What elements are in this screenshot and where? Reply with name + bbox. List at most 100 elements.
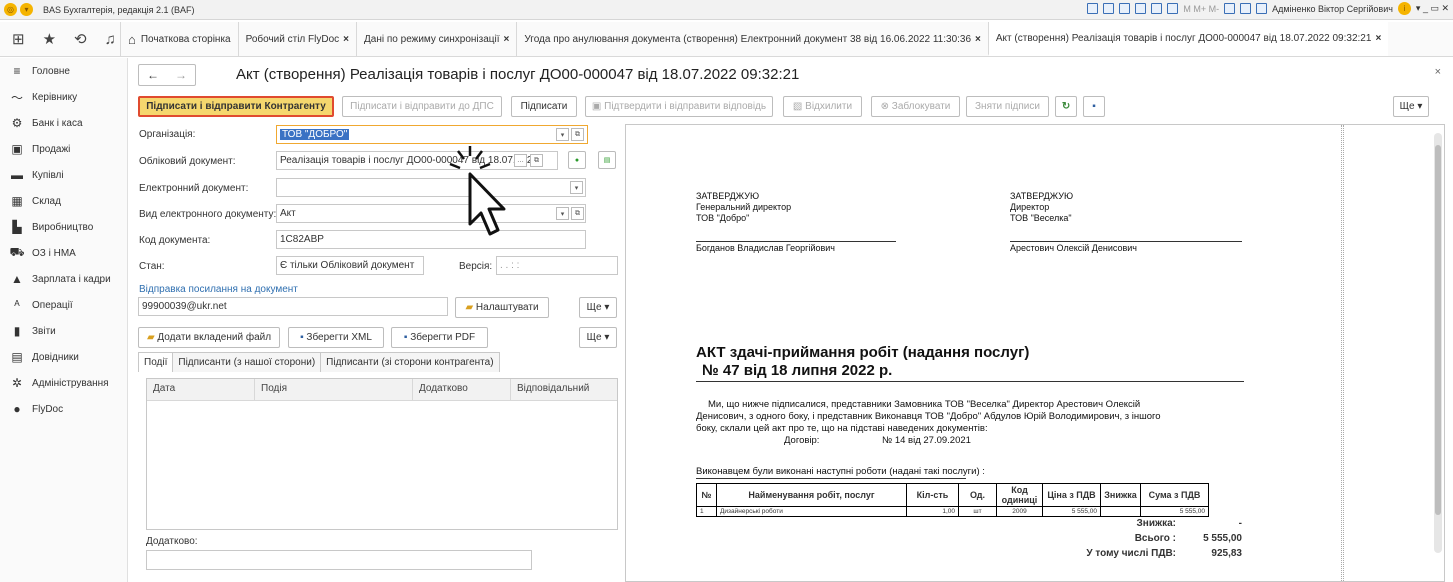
history-nav[interactable]: ← → <box>138 64 196 86</box>
app-title: BAS Бухгалтерія, редакція 2.1 (BAF) <box>43 4 195 15</box>
close-icon[interactable]: × <box>1435 66 1441 78</box>
window-icon[interactable] <box>1240 3 1252 14</box>
sidebar-item[interactable]: ▤ Довідники <box>0 344 127 370</box>
block-button[interactable]: ⊗ Заблокувати <box>871 96 960 117</box>
save-pdf-button[interactable]: ▪ Зберегти PDF <box>391 327 488 348</box>
events-table[interactable]: Дата Подія Додатково Відповідальний <box>146 378 618 530</box>
open-icon[interactable]: ⧉ <box>530 154 543 167</box>
vat-label: У тому числі ПДВ: <box>1086 548 1176 559</box>
preview-icon[interactable] <box>1119 3 1131 14</box>
sidebar-item[interactable]: ▦ Склад <box>0 188 127 214</box>
dropdown-icon[interactable]: ▾ <box>556 128 569 141</box>
confirm-reply-button[interactable]: ▣ Підтвердити і відправити відповідь <box>585 96 773 117</box>
column-extra[interactable]: Додатково <box>413 379 511 400</box>
subtab-counterparty-signers[interactable]: Підписанти (зі сторони контрагента) <box>320 352 500 372</box>
back-arrow-icon[interactable]: ← <box>147 68 159 82</box>
sidebar-item[interactable]: 〜 Керівнику <box>0 84 127 110</box>
memory-buttons[interactable]: M M+ M- <box>1183 4 1219 14</box>
favorites-icon[interactable]: ★ <box>43 30 56 48</box>
col-sum: Сума з ПДВ <box>1140 483 1209 507</box>
tab-label: Дані по режиму синхронізації <box>364 33 500 45</box>
window-controls[interactable]: ▾ _ ▭ ✕ <box>1416 3 1449 14</box>
sidebar-item-label: Зарплата і кадри <box>32 273 111 285</box>
functions-icon[interactable] <box>1256 3 1268 14</box>
document-preview[interactable]: ЗАТВЕРДЖУЮ Генеральний директор ТОВ "Доб… <box>625 124 1445 582</box>
remove-signatures-button[interactable]: Зняти підписи <box>966 96 1049 117</box>
tab-act-create[interactable]: Акт (створення) Реалізація товарів і пос… <box>987 22 1389 56</box>
sidebar-item[interactable]: ▙ Виробництво <box>0 214 127 240</box>
sidebar-item[interactable]: ᴬ Операції <box>0 292 127 318</box>
close-icon[interactable]: × <box>975 34 981 45</box>
button-label: Ще <box>586 332 602 343</box>
sign-send-counterparty-button[interactable]: Підписати і відправити Контрагенту <box>138 96 334 117</box>
forward-arrow-icon[interactable]: → <box>175 68 187 82</box>
open-icon[interactable]: ⧉ <box>571 207 584 220</box>
org-label: Організація: <box>139 129 196 140</box>
sidebar-item[interactable]: ≡ Головне <box>0 58 127 84</box>
sidebar-item-label: Продажі <box>32 143 71 155</box>
acc-doc-label: Обліковий документ: <box>139 156 236 167</box>
zoom-icon[interactable] <box>1224 3 1236 14</box>
more-button[interactable]: Ще ▾ <box>579 297 617 318</box>
sign-send-dps-button[interactable]: Підписати і відправити до ДПС <box>342 96 502 117</box>
sidebar-item[interactable]: ● FlyDoc <box>0 396 127 422</box>
act-number: № 47 від 18 липня 2022 р. <box>702 362 893 379</box>
send-link-label[interactable]: Відправка посилання на документ <box>139 284 298 295</box>
calc-icon[interactable] <box>1151 3 1163 14</box>
folder-icon: ▰ <box>465 302 476 313</box>
print-icon[interactable] <box>1103 3 1115 14</box>
open-icon[interactable]: ⧉ <box>571 128 584 141</box>
tab-flydoc-desktop[interactable]: Робочий стіл FlyDoc × <box>237 22 356 56</box>
user-name[interactable]: Адміненко Віктор Сергійович <box>1272 4 1393 14</box>
app-logo-icon[interactable]: ◎ <box>4 3 17 16</box>
tab-home[interactable]: ⌂ Початкова сторінка <box>120 22 238 56</box>
more-button[interactable]: Ще ▾ <box>1393 96 1429 117</box>
scrollbar[interactable] <box>1434 133 1442 553</box>
org-field[interactable]: ТОВ "ДОБРО" <box>276 125 588 144</box>
save-icon[interactable] <box>1087 3 1099 14</box>
sidebar-item[interactable]: ⚙ Банк і каса <box>0 110 127 136</box>
status-icon[interactable]: ● <box>568 151 586 169</box>
setup-button[interactable]: ▰ Налаштувати <box>455 297 549 318</box>
doc-action-icon[interactable]: ▤ <box>598 151 616 169</box>
sidebar-item[interactable]: ▲ Зарплата і кадри <box>0 266 127 292</box>
tab-annul-agreement[interactable]: Угода про анулювання документа (створенн… <box>516 22 988 56</box>
sidebar-item[interactable]: ▣ Продажі <box>0 136 127 162</box>
sign-button[interactable]: Підписати <box>511 96 577 117</box>
bell-icon[interactable]: ♫ <box>105 31 116 48</box>
reject-button[interactable]: ▧ Відхилити <box>783 96 862 117</box>
edoc-type-field[interactable]: Акт <box>276 204 586 223</box>
dropdown-icon[interactable]: ▾ <box>570 181 583 194</box>
sidebar-item[interactable]: ⛟ ОЗ і НМА <box>0 240 127 266</box>
tab-sync-data[interactable]: Дані по режиму синхронізації × <box>356 22 516 56</box>
close-icon[interactable]: × <box>504 34 510 45</box>
info-icon[interactable]: i <box>1397 2 1411 15</box>
sidebar-item[interactable]: ▮ Звіти <box>0 318 127 344</box>
more-button[interactable]: Ще ▾ <box>579 327 617 348</box>
column-event[interactable]: Подія <box>255 379 413 400</box>
subtab-events[interactable]: Події <box>138 352 174 372</box>
refresh-icon[interactable]: ↻ <box>1055 96 1077 117</box>
column-responsible[interactable]: Відповідальний <box>511 379 617 400</box>
email-field[interactable]: 99900039@ukr.net <box>138 297 448 316</box>
add-file-button[interactable]: ▰ Додати вкладений файл <box>138 327 280 348</box>
app-menu-icon[interactable]: ▾ <box>20 3 33 16</box>
close-icon[interactable]: × <box>343 34 349 45</box>
doc-code-field[interactable]: 1С82АВР <box>276 230 586 249</box>
extra-field[interactable] <box>146 550 532 570</box>
attach-icon[interactable] <box>1135 3 1147 14</box>
apps-grid-icon[interactable]: ⊞ <box>12 30 25 48</box>
sidebar-icon: ⛟ <box>9 245 25 259</box>
calendar-icon[interactable] <box>1167 3 1179 14</box>
close-icon[interactable]: × <box>1375 33 1381 44</box>
edoc-field[interactable] <box>276 178 586 197</box>
sidebar-item-label: FlyDoc <box>32 403 64 415</box>
save-icon[interactable]: ▪ <box>1083 96 1105 117</box>
save-xml-button[interactable]: ▪ Зберегти XML <box>288 327 384 348</box>
sidebar-item[interactable]: ▬ Купівлі <box>0 162 127 188</box>
history-icon[interactable]: ⟲ <box>74 30 87 48</box>
dropdown-icon[interactable]: ▾ <box>556 207 569 220</box>
sidebar-item[interactable]: ✲ Адміністрування <box>0 370 127 396</box>
subtab-our-signers[interactable]: Підписанти (з нашої сторони) <box>172 352 322 372</box>
column-date[interactable]: Дата <box>147 379 255 400</box>
